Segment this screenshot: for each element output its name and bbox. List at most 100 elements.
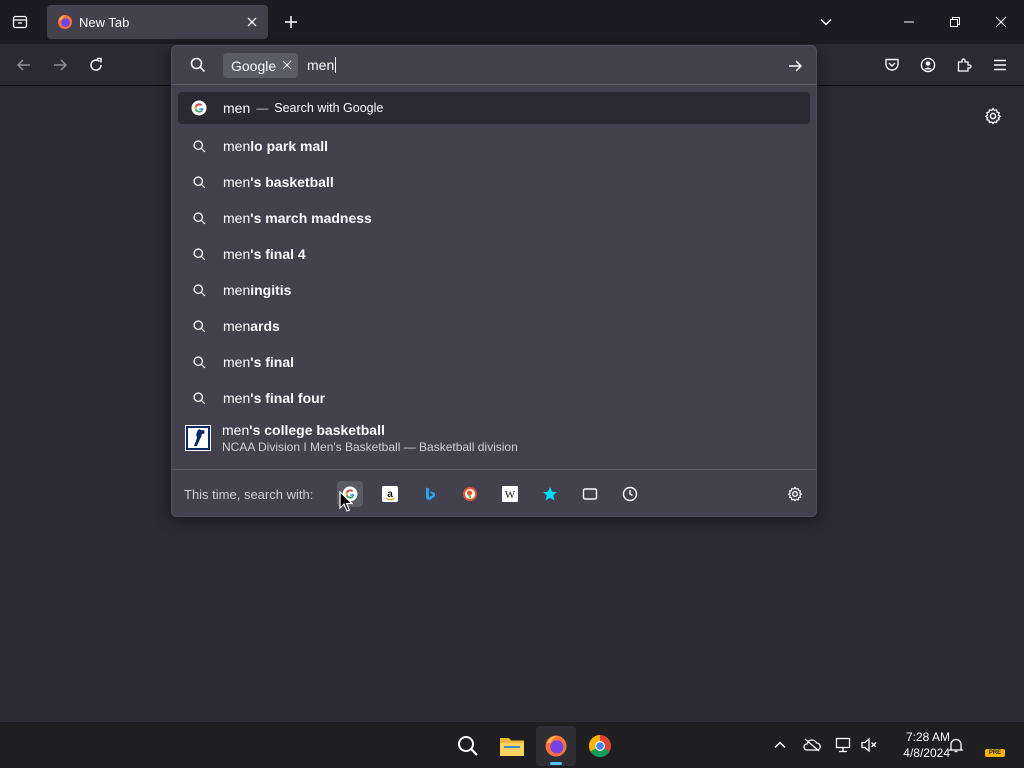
result-typed-text: men — [223, 100, 251, 116]
gear-icon — [984, 107, 1002, 125]
oneoff-bing-button[interactable] — [417, 481, 443, 507]
suggestion-row[interactable]: men lo park mall — [178, 128, 810, 164]
text-caret — [335, 57, 337, 73]
suggestion-row[interactable]: men's final four — [178, 380, 810, 416]
search-settings-button[interactable] — [785, 484, 805, 504]
search-icon — [191, 246, 207, 262]
suggestion-row[interactable]: men's final — [178, 344, 810, 380]
reload-icon — [90, 57, 102, 71]
urlbar-input-row[interactable]: Google men — [172, 46, 816, 85]
personalize-button[interactable] — [981, 104, 1005, 128]
close-icon — [247, 17, 257, 27]
search-icon — [191, 390, 207, 406]
amazon-icon: a — [382, 486, 398, 502]
taskbar-clock[interactable]: 7:28 AM 4/8/2024 — [884, 729, 950, 761]
search-icon — [191, 138, 207, 154]
svg-text:a: a — [387, 489, 393, 500]
chevron-down-icon — [820, 18, 832, 26]
suggestion-description: NCAA Division I Men's Basketball — Baske… — [222, 440, 518, 454]
tab-new-tab[interactable]: New Tab — [47, 5, 268, 39]
volume-muted-icon — [861, 737, 877, 753]
search-icon — [191, 174, 207, 190]
google-icon — [191, 100, 207, 116]
oneoff-wikipedia-button[interactable]: W — [497, 481, 523, 507]
close-window-button[interactable] — [978, 0, 1024, 44]
heuristic-result[interactable]: men — Search with Google — [178, 92, 810, 124]
oneoff-amazon-button[interactable]: a — [377, 481, 403, 507]
clock-time: 7:28 AM — [905, 730, 950, 744]
result-action-text: Search with Google — [274, 101, 384, 115]
arrow-right-icon — [789, 60, 803, 72]
search-engine-chip[interactable]: Google — [223, 53, 299, 78]
volume-tray-button[interactable] — [859, 735, 879, 755]
tab-close-button[interactable] — [242, 12, 262, 32]
gear-icon — [787, 486, 803, 502]
close-icon[interactable] — [282, 60, 292, 70]
tab-strip: New Tab — [0, 0, 1024, 44]
list-all-tabs-button[interactable] — [814, 10, 838, 34]
restore-icon — [950, 17, 960, 27]
hamburger-menu-icon — [994, 59, 1006, 71]
suggestion-row[interactable]: men's basketball — [178, 164, 810, 200]
svg-text:W: W — [505, 489, 516, 501]
reload-button[interactable] — [84, 53, 108, 77]
history-clock-icon — [622, 486, 638, 502]
go-button[interactable] — [785, 56, 805, 76]
suggestion-completion: 's final four — [250, 390, 326, 406]
app-menu-button[interactable] — [988, 53, 1012, 77]
suggestion-typed: men — [223, 354, 251, 370]
suggestion-typed: men — [223, 138, 251, 154]
oneoff-bookmarks-button[interactable] — [537, 481, 563, 507]
folder-icon — [500, 738, 524, 756]
prerelease-badge: PRE — [985, 749, 1005, 757]
tab-title: New Tab — [79, 14, 130, 30]
firefox-logo-icon — [58, 15, 72, 29]
suggestion-completion: 's final — [250, 354, 295, 370]
suggestion-typed: men — [223, 318, 251, 334]
suggestion-typed: men — [223, 246, 251, 262]
search-icon — [191, 210, 207, 226]
suggestion-completion: lo park mall — [250, 138, 329, 154]
taskbar-firefox[interactable] — [536, 726, 576, 766]
oneoff-history-button[interactable] — [617, 481, 643, 507]
suggestion-row[interactable]: men ards — [178, 308, 810, 344]
taskbar-chrome[interactable] — [580, 726, 620, 766]
bell-icon — [948, 738, 964, 753]
chevron-up-icon — [774, 741, 786, 749]
suggestion-row[interactable]: men's final 4 — [178, 236, 810, 272]
engine-chip-label: Google — [231, 57, 277, 74]
suggestion-row[interactable]: men ingitis — [178, 272, 810, 308]
cloud-off-icon — [803, 738, 821, 752]
search-icon — [191, 318, 207, 334]
windows-taskbar: 7:28 AM 4/8/2024 PRE — [0, 721, 1024, 768]
active-app-indicator — [550, 762, 562, 765]
forward-button[interactable] — [48, 53, 72, 77]
account-button[interactable] — [916, 53, 940, 77]
oneoff-duckduckgo-button[interactable] — [457, 481, 483, 507]
taskbar-search-button[interactable] — [448, 726, 488, 766]
account-icon — [920, 57, 936, 73]
rich-suggestion-row[interactable]: men's college basketball NCAA Division I… — [178, 416, 810, 460]
minimize-icon — [904, 21, 914, 23]
restore-button[interactable] — [932, 0, 978, 44]
urlbar-input[interactable]: men — [307, 57, 337, 73]
extensions-button[interactable] — [952, 53, 976, 77]
puzzle-icon — [957, 58, 972, 72]
network-tray-button[interactable] — [834, 735, 854, 755]
minimize-button[interactable] — [886, 0, 932, 44]
firefox-view-button[interactable] — [8, 10, 32, 34]
pocket-button[interactable] — [880, 53, 904, 77]
onedrive-tray-button[interactable] — [802, 735, 822, 755]
suggestion-row[interactable]: men's march madness — [178, 200, 810, 236]
new-tab-button[interactable] — [279, 10, 303, 34]
ncaa-thumbnail — [185, 425, 211, 451]
notifications-button[interactable] — [946, 735, 966, 755]
oneoff-tabs-button[interactable] — [577, 481, 603, 507]
bookmarks-star-icon — [543, 487, 557, 501]
arrow-left-icon — [16, 59, 30, 71]
taskbar-file-explorer[interactable] — [492, 726, 532, 766]
show-hidden-icons-button[interactable] — [770, 735, 790, 755]
back-button[interactable] — [12, 53, 36, 77]
urlbar-popup: Google men men — Search with Google men l… — [171, 45, 817, 517]
pocket-icon — [885, 58, 899, 71]
